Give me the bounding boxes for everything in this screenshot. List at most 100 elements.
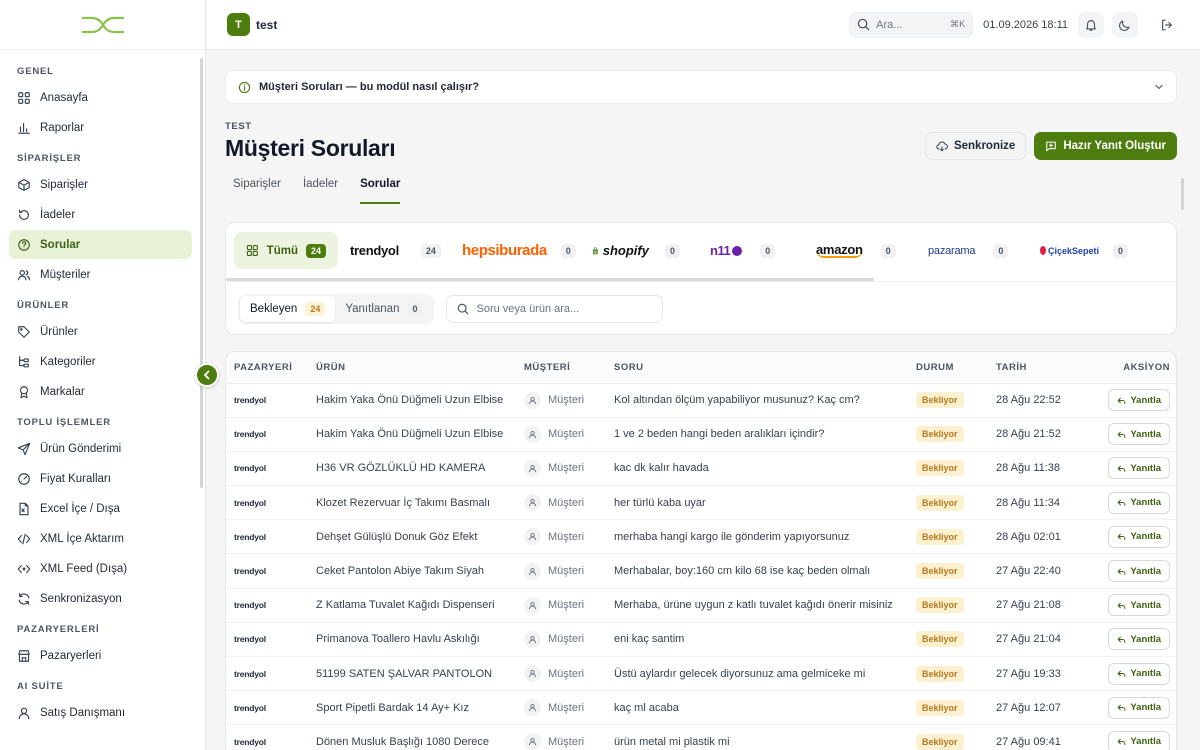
tab-questions[interactable]: Sorular	[360, 178, 401, 204]
workspace-avatar[interactable]: T	[227, 13, 250, 36]
table-row[interactable]: trendyol H36 VR GÖZLÜKLÜ HD KAMERA Müşte…	[226, 451, 1176, 487]
question-cell[interactable]: merhaba hangi kargo ile gönderim yapıyor…	[606, 519, 908, 555]
sidebar-item-anasayfa[interactable]: Anasayfa	[9, 83, 192, 112]
question-cell[interactable]: Üstü aylardır gelecek diyorsunuz ama gel…	[606, 656, 908, 692]
table-row[interactable]: trendyol 51199 SATEN ŞALVAR PANTOLON Müş…	[226, 656, 1176, 692]
sidebar-item-i-adeler[interactable]: İadeler	[9, 200, 192, 229]
table-row[interactable]: trendyol Z Katlama Tuvalet Kağıdı Dispen…	[226, 588, 1176, 623]
sidebar-item-sorular[interactable]: Sorular	[9, 230, 192, 259]
notifications-button[interactable]	[1078, 11, 1104, 38]
sidebar-item-xml-feed-dışa-[interactable]: XML Feed (Dışa)	[9, 554, 192, 583]
marketplace-chip-ciceksepeti[interactable]: ÇiçekSepeti 0	[1028, 232, 1140, 269]
sidebar-item-kategoriler[interactable]: Kategoriler	[9, 347, 192, 376]
question-cell[interactable]: ürün metal mi plastik mi	[606, 724, 908, 750]
table-row[interactable]: trendyol Hakim Yaka Önü Düğmeli Uzun Elb…	[226, 417, 1176, 452]
question-cell[interactable]: 1 ve 2 beden hangi beden aralıkları için…	[606, 417, 908, 452]
global-search[interactable]: Ara... ⌘K	[849, 11, 974, 38]
sidebar-item-senkronizasyon[interactable]: Senkronizasyon	[9, 584, 192, 613]
sidebar-item-raporlar[interactable]: Raporlar	[9, 113, 192, 142]
reply-button[interactable]: Yanıtla	[1108, 662, 1170, 685]
create-template-button[interactable]: Hazır Yanıt Oluştur	[1034, 132, 1177, 160]
marketplace-cell: trendyol	[226, 588, 308, 623]
product-cell[interactable]: Ceket Pantolon Abiye Takım Siyah	[308, 553, 516, 589]
sidebar-item-ürünler[interactable]: Ürünler	[9, 317, 192, 346]
customer-name: Müşteri	[548, 701, 585, 714]
logout-button[interactable]	[1154, 12, 1180, 38]
sidebar-item-pazaryerleri[interactable]: Pazaryerleri	[9, 641, 192, 670]
product-cell[interactable]: Sport Pipetli Bardak 14 Ay+ Kız	[308, 690, 516, 726]
reply-button[interactable]: Yanıtla	[1108, 423, 1170, 446]
tab-orders[interactable]: Siparişler	[233, 178, 281, 204]
question-cell[interactable]: her türlü kaba uyar	[606, 485, 908, 521]
reply-button[interactable]: Yanıtla	[1108, 696, 1170, 719]
sidebar-item-ürün-gönderimi[interactable]: Ürün Gönderimi	[9, 434, 192, 463]
marketplace-chip-n11[interactable]: n11 0	[692, 232, 804, 269]
marketplace-cell: trendyol	[226, 622, 308, 658]
reply-button[interactable]: Yanıtla	[1108, 389, 1170, 412]
tab-returns[interactable]: İadeler	[303, 178, 338, 204]
sidebar-item-xml-i-çe-aktarım[interactable]: XML İçe Aktarım	[9, 524, 192, 553]
table-row[interactable]: trendyol Dönen Musluk Başlığı 1080 Derec…	[226, 724, 1176, 750]
product-cell[interactable]: Hakim Yaka Önü Düğmeli Uzun Elbise	[308, 417, 516, 452]
sync-button[interactable]: Senkronize	[924, 132, 1027, 160]
table-row[interactable]: trendyol Dehşet Gülüşlü Donuk Göz Efekt …	[226, 519, 1176, 555]
sidebar-collapse-button[interactable]	[195, 363, 219, 387]
status-cell: Bekliyor	[908, 690, 988, 726]
product-cell[interactable]: Klozet Rezervuar İç Takımı Basmalı	[308, 485, 516, 521]
table-row[interactable]: trendyol Ceket Pantolon Abiye Takım Siya…	[226, 553, 1176, 589]
product-cell[interactable]: 51199 SATEN ŞALVAR PANTOLON	[308, 656, 516, 692]
brand-logo[interactable]	[0, 0, 205, 50]
marketplace-chip-shopify[interactable]: S shopify 0	[580, 232, 692, 269]
status-badge: Bekliyor	[916, 392, 964, 409]
reply-button[interactable]: Yanıtla	[1108, 491, 1170, 514]
product-cell[interactable]: Hakim Yaka Önü Düğmeli Uzun Elbise	[308, 383, 516, 418]
reply-button[interactable]: Yanıtla	[1108, 525, 1170, 548]
theme-toggle-button[interactable]	[1112, 11, 1138, 38]
question-cell[interactable]: Kol altından ölçüm yapabiliyor musunuz? …	[606, 383, 908, 418]
reply-button[interactable]: Yanıtla	[1108, 730, 1170, 750]
user-icon	[524, 494, 541, 512]
topbar: T test Ara... ⌘K 01.09.2026 18:11	[207, 0, 1200, 50]
question-cell[interactable]: Merhaba, ürüne uygun z katlı tuvalet kağ…	[606, 588, 908, 623]
product-cell[interactable]: H36 VR GÖZLÜKLÜ HD KAMERA	[308, 451, 516, 487]
workspace-name[interactable]: test	[256, 18, 277, 32]
sidebar-item-markalar[interactable]: Markalar	[9, 377, 192, 406]
reply-button[interactable]: Yanıtla	[1108, 594, 1170, 617]
marketplace-chip-pazarama[interactable]: pazarama 0	[916, 232, 1028, 269]
question-cell[interactable]: eni kaç santim	[606, 622, 908, 658]
reply-button[interactable]: Yanıtla	[1108, 457, 1170, 480]
sidebar-item-excel-i-çe-dışa[interactable]: Excel İçe / Dışa	[9, 494, 192, 523]
marketplace-chip-amazon[interactable]: amazon 0	[804, 232, 916, 269]
table-row[interactable]: trendyol Klozet Rezervuar İç Takımı Basm…	[226, 485, 1176, 521]
reply-button[interactable]: Yanıtla	[1108, 628, 1170, 651]
question-cell[interactable]: kac dk kalır havada	[606, 451, 908, 487]
sidebar-item-siparişler[interactable]: Siparişler	[9, 170, 192, 199]
sidebar-item-müşteriler[interactable]: Müşteriler	[9, 260, 192, 289]
sidebar-scrollbar[interactable]	[200, 58, 203, 488]
filter-answered[interactable]: Yanıtlanan 0	[335, 296, 432, 322]
marketplace-chip-all-count: 24	[305, 243, 326, 258]
table-row[interactable]: trendyol Primanova Toallero Havlu Askılı…	[226, 622, 1176, 658]
status-cell: Bekliyor	[908, 622, 988, 658]
marketplace-chip-all[interactable]: Tümü 24	[234, 232, 338, 269]
date-cell: 28 Ağu 21:52	[988, 417, 1088, 452]
reply-button[interactable]: Yanıtla	[1108, 560, 1170, 583]
marketplace-chip-hepsiburada[interactable]: hepsiburada 0	[450, 232, 580, 269]
filter-pending[interactable]: Bekleyen 24	[240, 296, 336, 322]
table-row[interactable]: trendyol Sport Pipetli Bardak 14 Ay+ Kız…	[226, 690, 1176, 726]
sidebar-item-satış-danışmanı[interactable]: Satış Danışmanı	[9, 698, 192, 727]
product-cell[interactable]: Z Katlama Tuvalet Kağıdı Dispenseri	[308, 588, 516, 623]
marketplace-scrollbar[interactable]	[226, 278, 874, 281]
user-icon	[524, 699, 541, 717]
product-cell[interactable]: Dönen Musluk Başlığı 1080 Derece	[308, 724, 516, 750]
marketplace-chip-trendyol[interactable]: trendyol 24	[338, 232, 450, 269]
sidebar-item-fiyat-kuralları[interactable]: Fiyat Kuralları	[9, 464, 192, 493]
page-scrollbar[interactable]	[1181, 178, 1184, 210]
module-info-accordion[interactable]: Müşteri Soruları — bu modül nasıl çalışı…	[225, 70, 1177, 104]
product-cell[interactable]: Dehşet Gülüşlü Donuk Göz Efekt	[308, 519, 516, 555]
question-cell[interactable]: kaç ml acaba	[606, 690, 908, 726]
question-cell[interactable]: Merhabalar, boy:160 cm kilo 68 ise kaç b…	[606, 553, 908, 589]
table-row[interactable]: trendyol Hakim Yaka Önü Düğmeli Uzun Elb…	[226, 383, 1176, 418]
question-search-input[interactable]: Soru veya ürün ara...	[446, 295, 664, 323]
product-cell[interactable]: Primanova Toallero Havlu Askılığı	[308, 622, 516, 658]
